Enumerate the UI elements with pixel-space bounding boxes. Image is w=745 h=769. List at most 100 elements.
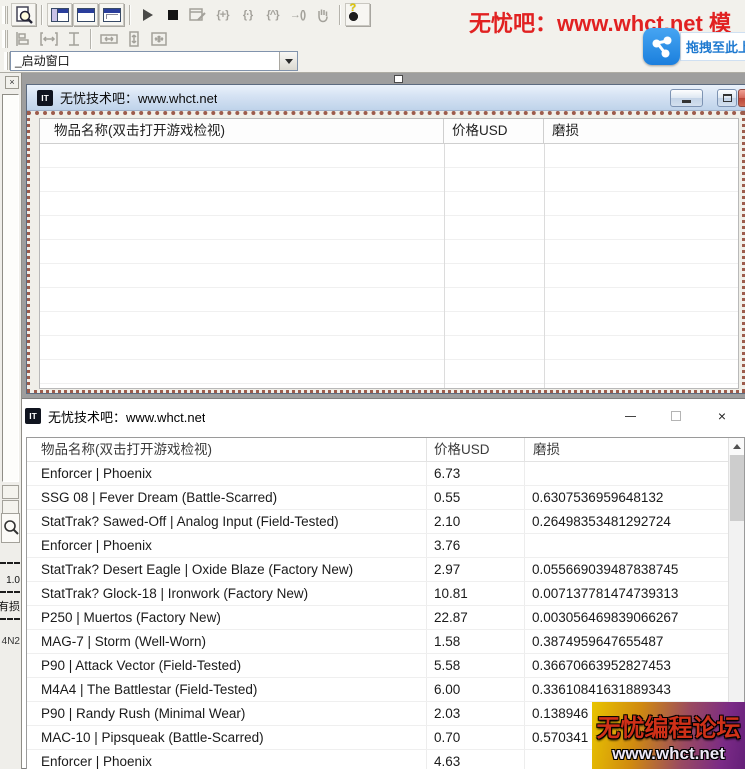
item-wear-cell: 0.36670663952827453	[525, 654, 730, 677]
drag-share-badge[interactable]	[643, 28, 680, 65]
program-window-icon	[77, 8, 95, 22]
table-row[interactable]: Enforcer | Phoenix 6.73	[27, 462, 730, 486]
table-row[interactable]: M4A4 | The Battlestar (Field-Tested) 6.0…	[27, 678, 730, 702]
resource-window-button[interactable]	[99, 3, 124, 26]
item-wear-cell: 0.3874959647655487	[525, 630, 730, 653]
item-name-cell: Enforcer | Phoenix	[27, 534, 427, 557]
align-horizontal-button[interactable]	[11, 27, 36, 50]
close-button[interactable]	[738, 89, 745, 107]
view-source-icon	[15, 6, 33, 24]
table-row[interactable]: Enforcer | Phoenix 3.76	[27, 534, 730, 558]
run-to-cursor-icon: →()	[290, 9, 305, 21]
run-button[interactable]	[135, 3, 160, 26]
item-wear-cell: 0.007137781474739313	[525, 582, 730, 605]
scroll-up-button[interactable]	[729, 438, 745, 455]
drag-here-label[interactable]: 拖拽至此上	[680, 32, 745, 61]
column-header-wear[interactable]: 磨损	[525, 438, 730, 461]
combobox-dropdown-button[interactable]	[279, 52, 297, 70]
same-size-icon	[150, 31, 168, 47]
maximize-button[interactable]	[653, 399, 699, 433]
column-divider	[444, 144, 445, 388]
same-height-icon	[126, 31, 142, 47]
step-out-button[interactable]: {^}	[260, 3, 285, 26]
same-size-button[interactable]	[146, 27, 171, 50]
minimize-icon	[682, 100, 691, 103]
item-name-cell: StatTrak? Glock-18 | Ironwork (Factory N…	[27, 582, 427, 605]
toolbar-grip[interactable]	[2, 6, 8, 24]
table-row[interactable]: MAG-7 | Storm (Well-Worn) 1.58 0.3874959…	[27, 630, 730, 654]
view-source-button[interactable]	[11, 3, 36, 26]
chevron-down-icon	[285, 59, 293, 64]
find-button[interactable]: ?	[345, 3, 370, 26]
panel-close-button[interactable]: ×	[5, 76, 19, 89]
item-price-cell: 0.55	[427, 486, 525, 509]
column-header-name[interactable]: 物品名称(双击打开游戏检视)	[27, 438, 427, 461]
item-wear-cell: 0.055669039487838745	[525, 558, 730, 581]
watermark-banner: 无忧编程论坛 www.whct.net	[592, 702, 745, 769]
item-name-cell: P90 | Randy Rush (Minimal Wear)	[27, 702, 427, 725]
toolbox-list[interactable]	[2, 94, 19, 482]
minimize-button[interactable]	[607, 399, 653, 433]
same-width-icon	[100, 31, 118, 47]
item-price-cell: 6.00	[427, 678, 525, 701]
table-row[interactable]: P90 | Attack Vector (Field-Tested) 5.58 …	[27, 654, 730, 678]
item-price-cell: 6.73	[427, 462, 525, 485]
minimize-button[interactable]	[670, 89, 703, 107]
form-window-icon	[51, 8, 69, 22]
divider	[0, 562, 20, 564]
run-to-cursor-button[interactable]: →()	[285, 3, 310, 26]
same-width-button[interactable]	[96, 27, 121, 50]
close-button[interactable]: ×	[699, 399, 745, 433]
space-equal-button[interactable]	[36, 27, 61, 50]
empty-table-grid	[40, 144, 738, 388]
align-center-button[interactable]	[61, 27, 86, 50]
items-table-empty[interactable]: 物品名称(双击打开游戏检视) 价格USD 磨损	[39, 118, 739, 389]
toolbar-separator	[129, 5, 131, 25]
form-window-button[interactable]	[47, 3, 72, 26]
table-row[interactable]: SSG 08 | Fever Dream (Battle-Scarred) 0.…	[27, 486, 730, 510]
startup-window-combobox[interactable]: _启动窗口	[10, 51, 298, 71]
designer-titlebar[interactable]: IT 无忧技术吧：www.whct.net	[27, 85, 745, 111]
table-row[interactable]: StatTrak? Glock-18 | Ironwork (Factory N…	[27, 582, 730, 606]
toolbox-button[interactable]	[2, 500, 19, 514]
designer-resize-handle[interactable]	[394, 75, 403, 83]
step-into-button[interactable]: {+}	[210, 3, 235, 26]
app-titlebar[interactable]: IT 无忧技术吧：www.whct.net ×	[16, 399, 745, 433]
run-icon	[143, 9, 153, 21]
watermark-url: www.whct.net	[612, 744, 725, 764]
stop-button[interactable]	[160, 3, 185, 26]
align-horizontal-icon	[15, 31, 33, 47]
item-price-cell: 3.76	[427, 534, 525, 557]
zoom-tool-button[interactable]	[1, 513, 20, 543]
item-price-cell: 0.70	[427, 726, 525, 749]
step-over-icon: {·}	[243, 9, 252, 21]
scrollbar-thumb[interactable]	[730, 455, 744, 521]
pause-button[interactable]	[310, 3, 335, 26]
same-height-button[interactable]	[121, 27, 146, 50]
clipped-text-fragment: 有损	[0, 598, 20, 614]
column-header-price[interactable]: 价格USD	[444, 119, 544, 143]
item-wear-cell	[525, 462, 730, 485]
ide-screen: {+} {·} {^} →() ?	[0, 0, 745, 769]
edit-debug-icon	[189, 7, 207, 23]
toolbar-separator	[90, 29, 92, 49]
column-header-price[interactable]: 价格USD	[427, 438, 525, 461]
maximize-icon	[723, 94, 732, 102]
toolbox-button[interactable]	[2, 485, 19, 499]
find-binoculars-icon: ?	[349, 9, 367, 21]
item-wear-cell: 0.26498353481292724	[525, 510, 730, 533]
table-row[interactable]: StatTrak? Desert Eagle | Oxide Blaze (Fa…	[27, 558, 730, 582]
designer-form-body: 物品名称(双击打开游戏检视) 价格USD 磨损	[27, 111, 745, 393]
maximize-icon	[671, 411, 681, 421]
column-header-wear[interactable]: 磨损	[544, 119, 738, 143]
step-over-button[interactable]: {·}	[235, 3, 260, 26]
table-row[interactable]: P250 | Muertos (Factory New) 22.87 0.003…	[27, 606, 730, 630]
program-window-button[interactable]	[73, 3, 98, 26]
table-row[interactable]: StatTrak? Sawed-Off | Analog Input (Fiel…	[27, 510, 730, 534]
align-center-icon	[66, 31, 82, 47]
item-name-cell: Enforcer | Phoenix	[27, 750, 427, 769]
column-header-name[interactable]: 物品名称(双击打开游戏检视)	[40, 119, 444, 143]
toolbar-grip[interactable]	[2, 30, 8, 48]
edit-debug-button[interactable]	[185, 3, 210, 26]
maximize-button[interactable]	[717, 89, 737, 107]
